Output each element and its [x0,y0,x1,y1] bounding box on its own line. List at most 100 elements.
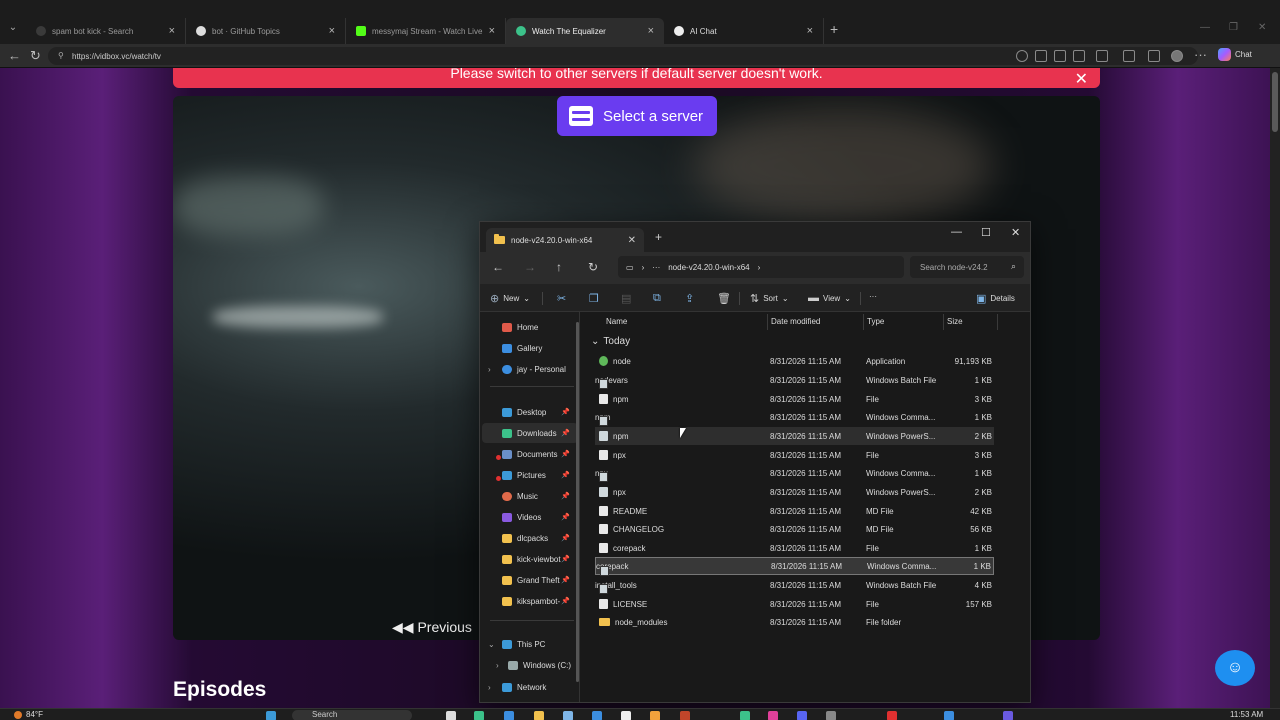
copy-icon[interactable]: ❐ [589,292,599,305]
share-icon[interactable]: ⇪ [685,292,694,305]
weather-widget[interactable]: 84°F [14,710,43,719]
app-available-icon[interactable] [1035,50,1047,62]
copilot-icon[interactable] [504,711,514,720]
new-tab-button[interactable]: + [830,21,838,37]
sidebar-item-documents[interactable]: Documents 📌 [482,444,578,464]
app-icon[interactable] [740,711,750,720]
browser-tab[interactable]: bot · GitHub Topics × [186,18,346,44]
sidebar-item-dlcpacks[interactable]: dlcpacks 📌 [482,528,578,548]
breadcrumb-segment[interactable]: node-v24.20.0-win-x64 [668,263,749,272]
column-divider[interactable] [997,314,998,330]
select-server-button[interactable]: Select a server [557,96,717,136]
close-tab-icon[interactable]: × [489,25,495,37]
split-screen-icon[interactable] [1123,50,1135,62]
page-scrollbar[interactable] [1270,68,1280,708]
app-icon[interactable] [650,711,660,720]
back-icon[interactable]: ← [8,48,21,63]
pin-icon[interactable]: 📌 [561,576,570,584]
new-button[interactable]: ⊕ New ⌄ [490,292,530,305]
app-icon[interactable] [1003,711,1013,720]
site-info-icon[interactable]: ⚲ [58,51,64,60]
sidebar-item-desktop[interactable]: Desktop 📌 [482,402,578,422]
group-header-today[interactable]: ⌄ Today [591,336,630,347]
file-row[interactable]: npx 8/31/2026 11:15 AM Windows Comma... … [595,464,994,482]
file-row-hovered[interactable]: npm 8/31/2026 11:15 AM Windows PowerS...… [595,427,994,445]
store-icon[interactable] [563,711,573,720]
pin-icon[interactable]: 📌 [561,534,570,542]
explorer-tab[interactable]: node-v24.20.0-win-x64 ✕ [486,228,644,252]
close-window-icon[interactable]: ✕ [1011,226,1020,239]
sidebar-item-gallery[interactable]: Gallery [482,338,578,358]
sidebar-item-windows-c[interactable]: › Windows (C:) [482,655,578,675]
file-row[interactable]: corepack 8/31/2026 11:15 AM File 1 KB [595,539,994,557]
column-divider[interactable] [767,314,768,330]
forward-icon[interactable]: → [524,260,536,274]
browser-tab[interactable]: AI Chat × [664,18,824,44]
sidebar-scrollbar[interactable] [576,322,579,682]
read-aloud-icon[interactable] [1054,50,1066,62]
see-more-button[interactable]: ··· [869,292,877,301]
refresh-icon[interactable]: ↻ [30,48,41,64]
back-icon[interactable]: ← [492,260,504,274]
close-tab-icon[interactable]: ✕ [628,235,636,246]
sidebar-item-grand-theft[interactable]: Grand Theft 📌 [482,570,578,590]
delete-icon[interactable]: 🗑 [717,292,731,305]
favorites-icon[interactable] [1148,50,1160,62]
breadcrumb-overflow[interactable]: ··· [652,263,660,272]
sort-button[interactable]: ⇅ Sort ⌄ [750,292,789,305]
app-icon[interactable] [887,711,897,720]
file-row[interactable]: node 8/31/2026 11:15 AM Application 91,1… [595,352,994,370]
sidebar-item-kikspambot[interactable]: kikspambot- 📌 [482,591,578,611]
pin-icon[interactable]: 📌 [561,471,570,479]
app-icon[interactable] [592,711,602,720]
previous-episode-button[interactable]: ◀◀ Previous [392,619,472,636]
close-window-icon[interactable]: ✕ [1258,22,1266,33]
refresh-icon[interactable]: ↻ [588,260,598,274]
pin-icon[interactable]: 📌 [561,492,570,500]
column-header-name[interactable]: Name [606,317,627,326]
paste-icon[interactable]: ▤ [621,292,631,305]
chevron-right-icon[interactable]: › [496,661,499,670]
maximize-icon[interactable]: ☐ [981,226,991,239]
scrollbar-thumb[interactable] [1272,72,1278,132]
rename-icon[interactable]: ⧉ [653,292,661,305]
close-tab-icon[interactable]: × [807,25,813,37]
sidebar-item-this-pc[interactable]: ⌄ This PC [482,634,578,654]
file-row[interactable]: LICENSE 8/31/2026 11:15 AM File 157 KB [595,595,994,613]
column-divider[interactable] [943,314,944,330]
more-options-icon[interactable]: ··· [1194,47,1207,62]
tab-actions-menu[interactable]: ⌄ [4,18,22,36]
browser-tab[interactable]: messymaj Stream - Watch Live on × [346,18,506,44]
browser-tab-active[interactable]: Watch The Equalizer × [506,18,664,44]
edge-icon[interactable] [474,711,484,720]
sidebar-item-videos[interactable]: Videos 📌 [482,507,578,527]
system-clock[interactable]: 11:53 AM [1230,710,1263,719]
chat-bot-button[interactable]: ☺ [1215,650,1255,686]
sidebar-item-pictures[interactable]: Pictures 📌 [482,465,578,485]
view-button[interactable]: ▬ View ⌄ [808,292,851,304]
sidebar-item-kick-viewbot[interactable]: kick-viewbot 📌 [482,549,578,569]
zoom-icon[interactable] [1016,50,1028,62]
close-tab-icon[interactable]: × [648,25,654,37]
minimize-icon[interactable]: — [951,226,962,238]
start-icon[interactable] [266,711,276,720]
pin-icon[interactable]: 📌 [561,555,570,563]
chevron-right-icon[interactable]: › [488,683,491,692]
column-header-date[interactable]: Date modified [771,317,820,326]
explorer-search-field[interactable]: Search node-v24.2 ⌕ [910,256,1024,278]
file-row[interactable]: npm 8/31/2026 11:15 AM Windows Comma... … [595,408,994,426]
close-tab-icon[interactable]: × [169,25,175,37]
profile-avatar-icon[interactable] [1171,50,1183,62]
task-view-icon[interactable] [446,711,456,720]
sidebar-item-downloads[interactable]: Downloads 📌 [482,423,578,443]
extensions-icon[interactable] [1096,50,1108,62]
sidebar-item-network[interactable]: › Network [482,677,578,697]
discord-icon[interactable] [797,711,807,720]
pin-icon[interactable]: 📌 [561,450,570,458]
settings-icon[interactable] [826,711,836,720]
pin-icon[interactable]: 📌 [561,408,570,416]
column-header-type[interactable]: Type [867,317,884,326]
column-divider[interactable] [863,314,864,330]
column-header-size[interactable]: Size [947,317,963,326]
dismiss-banner-icon[interactable]: ✕ [1075,69,1088,88]
